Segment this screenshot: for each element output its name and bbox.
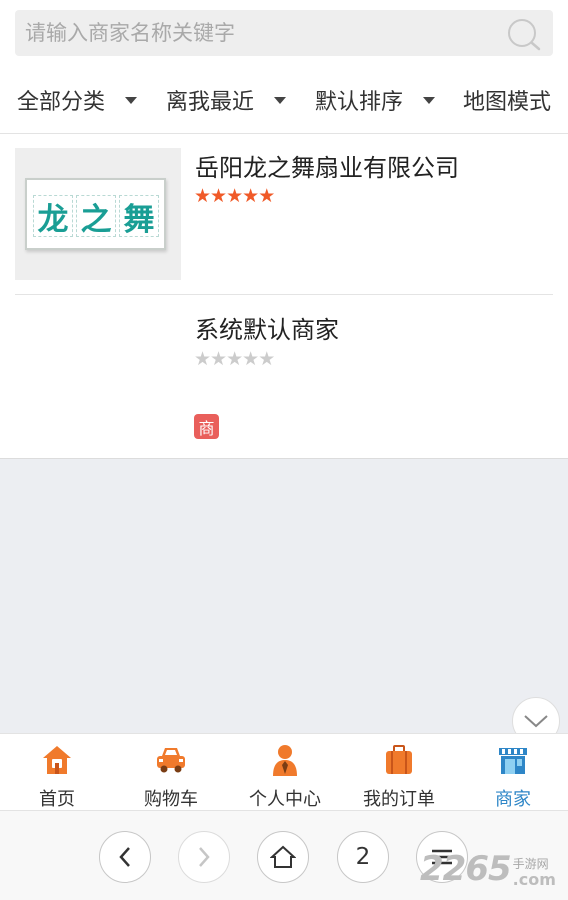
filter-category-label: 全部分类 [17,90,106,115]
caret-down-icon [274,96,287,104]
home-outline-icon [270,845,296,868]
store-name[interactable]: 岳阳龙之舞扇业有限公司 [195,148,459,183]
store-item[interactable]: 龙 之 舞 岳阳龙之舞扇业有限公司 ★★★★★ [15,148,553,295]
star-icon: ★ [258,348,275,370]
search-icon[interactable] [505,16,545,52]
logo-char: 舞 [119,195,159,238]
chevron-right-icon [199,847,210,867]
logo-char: 龙 [33,195,73,238]
tab-orders[interactable]: 我的订单 [342,734,456,812]
star-icon: ★ [210,348,227,370]
watermark-site: 手游网 [512,857,549,871]
search-bar [15,10,553,56]
search-input[interactable] [15,10,495,56]
filter-distance[interactable]: 离我最近 [166,83,287,117]
tab-label: 个人中心 [249,789,321,810]
star-icon: ★ [194,185,211,207]
tab-label: 首页 [39,789,75,810]
filter-sort-label: 默认排序 [315,90,404,115]
store-icon [499,748,527,774]
home-icon [43,746,71,774]
star-icon: ★ [258,185,275,207]
briefcase-icon [386,745,412,774]
tab-label: 我的订单 [363,789,435,810]
filter-map-mode[interactable]: 地图模式 [463,83,551,117]
star-icon: ★ [226,185,243,207]
tab-count: 2 [355,844,371,870]
rating-stars: ★★★★★ [194,185,275,207]
forward-button[interactable] [178,831,230,883]
top-panel: 全部分类 离我最近 默认排序 地图模式 [0,0,568,134]
star-icon: ★ [242,348,259,370]
bottom-tab-bar: 首页 购物车 个人中心 我的订单 商家 [0,733,568,811]
tab-label: 商家 [495,789,531,810]
chevron-left-icon [119,847,130,867]
chevron-down-icon [524,715,548,728]
store-item[interactable]: 系统默认商家 ★★★★★ 商 [15,296,553,456]
store-list: 龙 之 舞 岳阳龙之舞扇业有限公司 ★★★★★ 系统默认商家 ★★★★★ 商 [0,134,568,459]
caret-down-icon [125,96,138,104]
star-icon: ★ [210,185,227,207]
merchant-badge: 商 [194,414,219,439]
logo-char: 之 [76,195,116,238]
filter-sort[interactable]: 默认排序 [315,83,436,117]
back-button[interactable] [99,831,151,883]
tabs-button[interactable]: 2 [337,831,389,883]
filter-distance-label: 离我最近 [166,90,255,115]
watermark-side: 手游网 .com [513,857,556,889]
star-icon: ★ [242,185,259,207]
store-thumbnail[interactable]: 龙 之 舞 [15,148,181,280]
car-icon [157,748,185,773]
browser-toolbar: 2 2265 手游网 .com [0,811,568,900]
home-button[interactable] [257,831,309,883]
person-icon [273,745,297,776]
store-name[interactable]: 系统默认商家 [195,310,339,345]
tab-label: 购物车 [144,789,198,810]
tab-store[interactable]: 商家 [456,734,568,812]
rating-stars: ★★★★★ [194,348,275,370]
watermark-logo: 2265 手游网 .com [420,849,556,889]
tab-home[interactable]: 首页 [0,734,114,812]
star-icon: ★ [226,348,243,370]
filter-category[interactable]: 全部分类 [17,83,138,117]
filter-map-mode-label: 地图模式 [463,90,552,115]
watermark-suffix: .com [512,870,556,889]
tab-cart[interactable]: 购物车 [114,734,228,812]
watermark-number: 2265 [420,849,512,889]
store-logo: 龙 之 舞 [25,178,166,250]
caret-down-icon [423,96,436,104]
tab-profile[interactable]: 个人中心 [228,734,342,812]
star-icon: ★ [194,348,211,370]
